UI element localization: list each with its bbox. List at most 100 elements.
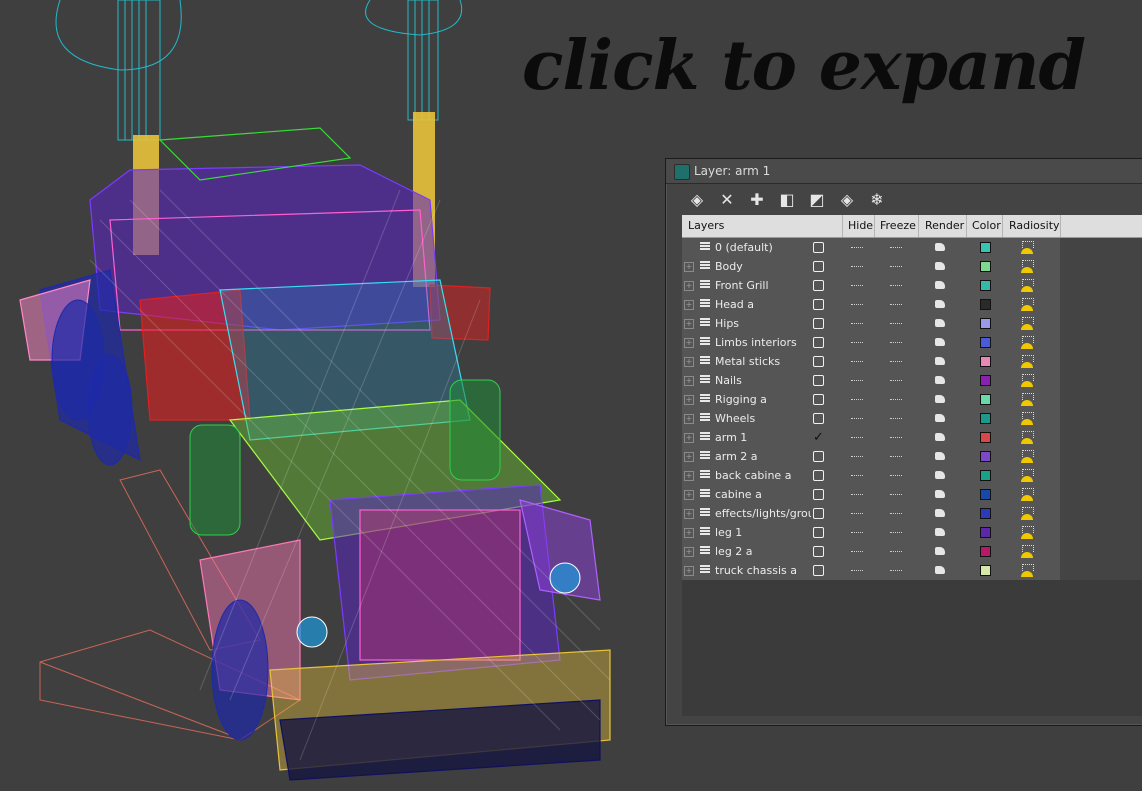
hide-all-icon[interactable]: ◈: [836, 189, 858, 211]
layer-name[interactable]: back cabine a: [715, 466, 811, 485]
layer-name[interactable]: Hips: [715, 314, 811, 333]
active-layer-toggle[interactable]: [813, 508, 824, 519]
column-hide[interactable]: Hide: [848, 215, 873, 237]
hide-toggle[interactable]: [851, 437, 863, 440]
freeze-toggle[interactable]: [890, 418, 902, 421]
active-layer-toggle[interactable]: [813, 280, 824, 291]
radiosity-icon[interactable]: [1020, 374, 1034, 387]
layer-color-swatch[interactable]: [980, 565, 991, 576]
render-teapot-icon[interactable]: [935, 414, 945, 422]
layer-row[interactable]: + Hips: [682, 314, 1060, 333]
layer-color-swatch[interactable]: [980, 375, 991, 386]
layer-row[interactable]: 0 (default): [682, 238, 1060, 257]
render-teapot-icon[interactable]: [935, 300, 945, 308]
radiosity-icon[interactable]: [1020, 412, 1034, 425]
layer-color-swatch[interactable]: [980, 299, 991, 310]
freeze-toggle[interactable]: [890, 494, 902, 497]
active-layer-toggle[interactable]: [813, 394, 824, 405]
active-layer-toggle[interactable]: [813, 451, 824, 462]
expand-icon[interactable]: +: [684, 338, 694, 348]
layer-name[interactable]: Front Grill: [715, 276, 811, 295]
expand-icon[interactable]: +: [684, 300, 694, 310]
layer-name[interactable]: Nails: [715, 371, 811, 390]
expand-icon[interactable]: +: [684, 509, 694, 519]
layer-color-swatch[interactable]: [980, 356, 991, 367]
expand-icon[interactable]: +: [684, 452, 694, 462]
layer-row[interactable]: + cabine a: [682, 485, 1060, 504]
hide-toggle[interactable]: [851, 304, 863, 307]
layer-color-swatch[interactable]: [980, 470, 991, 481]
radiosity-icon[interactable]: [1020, 545, 1034, 558]
expand-icon[interactable]: +: [684, 490, 694, 500]
hide-toggle[interactable]: [851, 380, 863, 383]
click-to-expand-headline[interactable]: click to expand: [522, 26, 1086, 106]
render-teapot-icon[interactable]: [935, 243, 945, 251]
expand-icon[interactable]: +: [684, 414, 694, 424]
layer-color-swatch[interactable]: [980, 413, 991, 424]
render-teapot-icon[interactable]: [935, 566, 945, 574]
expand-icon[interactable]: +: [684, 547, 694, 557]
hide-toggle[interactable]: [851, 570, 863, 573]
layer-name[interactable]: Rigging a: [715, 390, 811, 409]
highlight-selected-icon[interactable]: ◩: [806, 189, 828, 211]
freeze-toggle[interactable]: [890, 456, 902, 459]
layer-row[interactable]: + leg 1: [682, 523, 1060, 542]
radiosity-icon[interactable]: [1020, 241, 1034, 254]
render-teapot-icon[interactable]: [935, 281, 945, 289]
hide-toggle[interactable]: [851, 513, 863, 516]
freeze-toggle[interactable]: [890, 304, 902, 307]
active-layer-toggle[interactable]: [813, 413, 824, 424]
radiosity-icon[interactable]: [1020, 488, 1034, 501]
radiosity-icon[interactable]: [1020, 393, 1034, 406]
layer-name[interactable]: Wheels: [715, 409, 811, 428]
radiosity-icon[interactable]: [1020, 355, 1034, 368]
layer-color-swatch[interactable]: [980, 489, 991, 500]
layer-name[interactable]: truck chassis a: [715, 561, 811, 580]
active-layer-toggle[interactable]: [813, 299, 824, 310]
render-teapot-icon[interactable]: [935, 395, 945, 403]
render-teapot-icon[interactable]: [935, 471, 945, 479]
select-highlight-icon[interactable]: ◧: [776, 189, 798, 211]
hide-toggle[interactable]: [851, 532, 863, 535]
radiosity-icon[interactable]: [1020, 469, 1034, 482]
expand-icon[interactable]: +: [684, 433, 694, 443]
radiosity-icon[interactable]: [1020, 450, 1034, 463]
render-teapot-icon[interactable]: [935, 357, 945, 365]
column-color[interactable]: Color: [972, 215, 1001, 237]
expand-icon[interactable]: +: [684, 471, 694, 481]
hide-toggle[interactable]: [851, 494, 863, 497]
active-layer-toggle[interactable]: [813, 546, 824, 557]
freeze-all-icon[interactable]: ❄: [866, 189, 888, 211]
radiosity-icon[interactable]: [1020, 336, 1034, 349]
freeze-toggle[interactable]: [890, 323, 902, 326]
radiosity-icon[interactable]: [1020, 279, 1034, 292]
expand-icon[interactable]: +: [684, 281, 694, 291]
radiosity-icon[interactable]: [1020, 298, 1034, 311]
layer-color-swatch[interactable]: [980, 337, 991, 348]
hide-toggle[interactable]: [851, 399, 863, 402]
radiosity-icon[interactable]: [1020, 507, 1034, 520]
column-freeze[interactable]: Freeze: [880, 215, 916, 237]
layer-name[interactable]: Head a: [715, 295, 811, 314]
layer-color-swatch[interactable]: [980, 508, 991, 519]
radiosity-icon[interactable]: [1020, 564, 1034, 577]
layer-color-swatch[interactable]: [980, 280, 991, 291]
render-teapot-icon[interactable]: [935, 262, 945, 270]
layer-name[interactable]: arm 2 a: [715, 447, 811, 466]
render-teapot-icon[interactable]: [935, 490, 945, 498]
layer-name[interactable]: leg 1: [715, 523, 811, 542]
render-teapot-icon[interactable]: [935, 547, 945, 555]
layer-color-swatch[interactable]: [980, 546, 991, 557]
hide-toggle[interactable]: [851, 475, 863, 478]
hide-toggle[interactable]: [851, 266, 863, 269]
layer-row[interactable]: + Wheels: [682, 409, 1060, 428]
hide-toggle[interactable]: [851, 342, 863, 345]
layer-name[interactable]: effects/lights/groun: [715, 504, 811, 523]
render-teapot-icon[interactable]: [935, 509, 945, 517]
layer-row[interactable]: + Head a: [682, 295, 1060, 314]
expand-icon[interactable]: +: [684, 357, 694, 367]
column-layers[interactable]: Layers: [688, 215, 724, 237]
layer-row[interactable]: + arm 1 ✓: [682, 428, 1060, 447]
active-layer-toggle[interactable]: [813, 565, 824, 576]
layer-color-swatch[interactable]: [980, 394, 991, 405]
